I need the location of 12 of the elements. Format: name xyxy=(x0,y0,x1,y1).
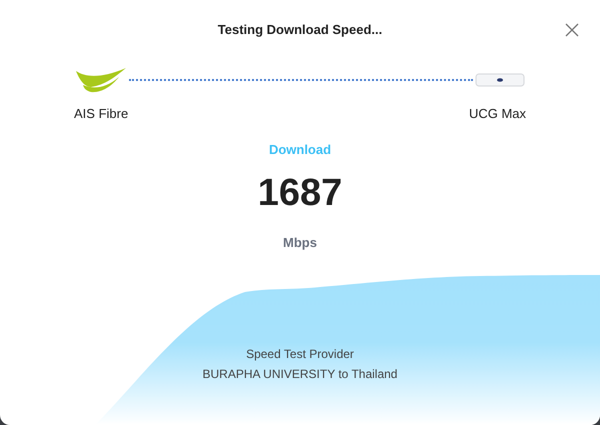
close-icon xyxy=(565,23,579,37)
provider-name: BURAPHA UNIVERSITY to Thailand xyxy=(202,366,398,382)
target-label: UCG Max xyxy=(468,105,526,123)
speed-value: 1687 xyxy=(258,171,342,216)
test-type-label: Download xyxy=(268,140,332,158)
router-icon xyxy=(475,73,525,87)
source-label: AIS Fibre xyxy=(74,105,128,123)
close-button[interactable] xyxy=(564,22,580,38)
speed-unit: Mbps xyxy=(283,234,317,252)
provider-heading: Speed Test Provider xyxy=(246,346,354,362)
isp-logo xyxy=(75,67,127,93)
dialog-title: Testing Download Speed... xyxy=(218,21,382,40)
